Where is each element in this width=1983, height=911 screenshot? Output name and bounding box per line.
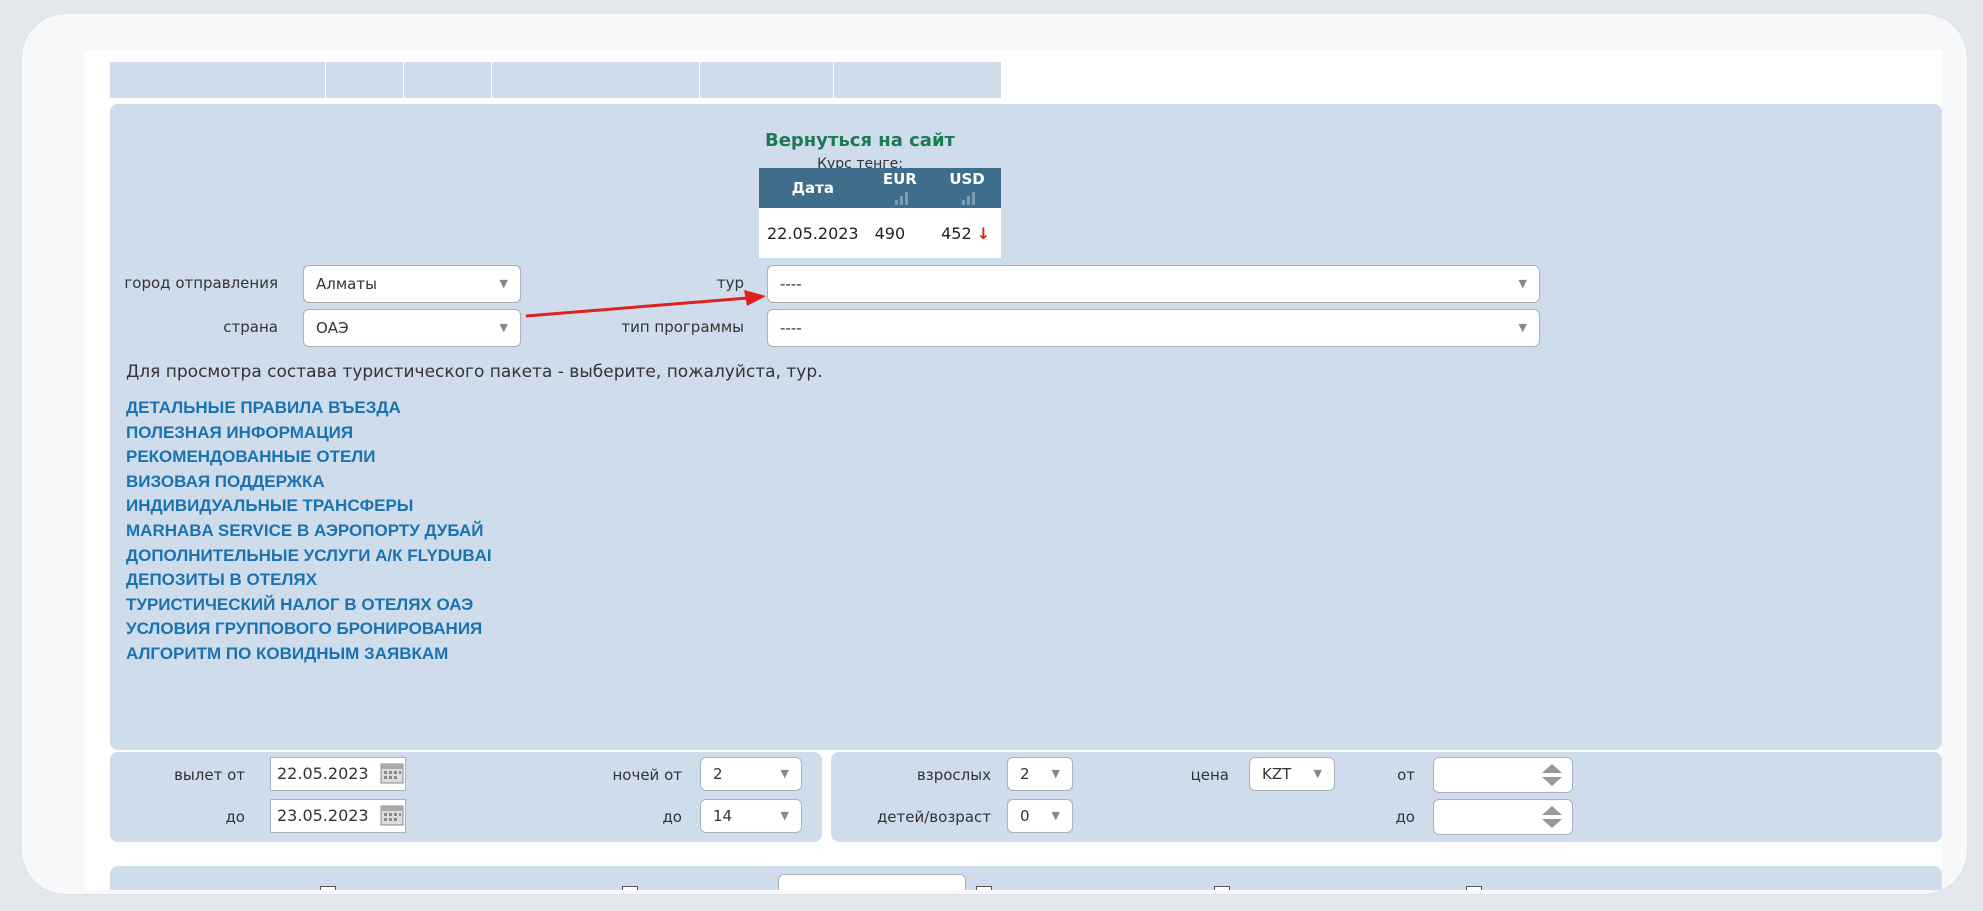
spinner-arrows-icon[interactable] [1540,762,1564,788]
rate-col-usd[interactable]: USD [933,168,1001,208]
link-group-booking[interactable]: УСЛОВИЯ ГРУППОВОГО БРОНИРОВАНИЯ [126,617,492,642]
dropdown-caret-icon: ▼ [780,767,789,780]
rate-date-cell: 22.05.2023 [759,208,867,258]
tab-1[interactable] [110,62,326,98]
select-tour-hint: Для просмотра состава туристического пак… [126,362,823,382]
page: Вернуться на сайт Курс тенге: Дата EUR U… [84,50,1942,890]
dropdown-caret-icon: ▼ [1313,767,1322,780]
departure-to-label: до [225,808,245,826]
children-select[interactable]: 0 ▼ [1007,799,1073,833]
chart-bars-icon [962,191,976,205]
link-covid-algorithm[interactable]: АЛГОРИТМ ПО КОВИДНЫМ ЗАЯВКАМ [126,642,492,667]
link-recommended-hotels[interactable]: РЕКОМЕНДОВАННЫЕ ОТЕЛИ [126,445,492,470]
tab-3[interactable] [404,62,492,98]
option-checkbox[interactable] [1466,886,1482,890]
option-checkbox[interactable] [976,886,992,890]
calendar-icon[interactable] [380,804,404,826]
rate-usd-cell: 452 ↓ [933,208,1001,258]
tab-4[interactable] [492,62,700,98]
dropdown-caret-icon: ▼ [1518,277,1527,290]
chart-bars-icon [894,191,908,205]
tab-5[interactable] [700,62,834,98]
tour-selection-panel: Вернуться на сайт Курс тенге: Дата EUR U… [110,104,1942,750]
dropdown-caret-icon: ▼ [1051,809,1060,822]
price-from-input[interactable] [1433,757,1573,793]
link-individual-transfers[interactable]: ИНДИВИДУАЛЬНЫЕ ТРАНСФЕРЫ [126,494,492,519]
option-checkbox[interactable] [1214,886,1230,890]
info-links-list: ДЕТАЛЬНЫЕ ПРАВИЛА ВЪЕЗДА ПОЛЕЗНАЯ ИНФОРМ… [126,396,492,667]
option-checkbox[interactable] [320,886,336,890]
dropdown-caret-icon: ▼ [780,809,789,822]
adults-select[interactable]: 2 ▼ [1007,757,1073,791]
spinner-arrows-icon[interactable] [1540,804,1564,830]
currency-select[interactable]: KZT ▼ [1249,757,1335,791]
tab-6[interactable] [834,62,1002,98]
link-tourist-tax[interactable]: ТУРИСТИЧЕСКИЙ НАЛОГ В ОТЕЛЯХ ОАЭ [126,593,492,618]
nights-from-select[interactable]: 2 ▼ [700,757,802,791]
link-useful-info[interactable]: ПОЛЕЗНАЯ ИНФОРМАЦИЯ [126,421,492,446]
link-flydubai-services[interactable]: ДОПОЛНИТЕЛЬНЫЕ УСЛУГИ А/К FLYDUBAI [126,544,492,569]
departure-from-label: вылет от [174,766,245,784]
option-text-input[interactable] [778,874,966,890]
down-arrow-icon: ↓ [976,223,991,243]
children-label: детей/возраст [876,808,991,826]
dates-panel: вылет от 22.05.2023 до 23.05.2023 ночей … [110,752,822,842]
link-marhaba-service[interactable]: MARHABA SERVICE В АЭРОПОРТУ ДУБАЙ [126,519,492,544]
departure-city-select[interactable]: Алматы ▼ [303,265,521,303]
tab-2[interactable] [326,62,404,98]
tab-strip [110,62,1002,98]
back-to-site-link[interactable]: Вернуться на сайт [710,130,1010,151]
screenshot-frame: Вернуться на сайт Курс тенге: Дата EUR U… [22,14,1967,894]
price-label: цена [1190,766,1229,784]
link-visa-support[interactable]: ВИЗОВАЯ ПОДДЕРЖКА [126,470,492,495]
annotation-arrow-icon [525,290,766,318]
exchange-rate-table: Дата EUR USD 22.05.2023 490 452 ↓ [759,168,1001,258]
price-to-input[interactable] [1433,799,1573,835]
nights-to-select[interactable]: 14 ▼ [700,799,802,833]
price-from-label: от [1397,766,1415,784]
adults-label: взрослых [916,766,991,784]
option-checkbox[interactable] [622,886,638,890]
nights-from-label: ночей от [612,766,682,784]
country-select[interactable]: ОАЭ ▼ [303,309,521,347]
rate-eur-cell: 490 [866,208,934,258]
options-panel [110,866,1942,890]
program-type-select[interactable]: ---- ▼ [767,309,1540,347]
dropdown-caret-icon: ▼ [1051,767,1060,780]
dropdown-caret-icon: ▼ [499,277,508,290]
departure-city-label: город отправления [124,274,278,292]
country-label: страна [223,318,278,336]
link-hotel-deposits[interactable]: ДЕПОЗИТЫ В ОТЕЛЯХ [126,568,492,593]
calendar-icon[interactable] [380,762,404,784]
tour-select[interactable]: ---- ▼ [767,265,1540,303]
tourists-price-panel: взрослых 2 ▼ детей/возраст 0 ▼ цена KZT … [831,752,1942,842]
price-to-label: до [1395,808,1415,826]
rate-col-date: Дата [759,168,867,208]
dropdown-caret-icon: ▼ [499,321,508,334]
dropdown-caret-icon: ▼ [1518,321,1527,334]
rate-col-eur[interactable]: EUR [866,168,934,208]
nights-to-label: до [662,808,682,826]
link-entry-rules[interactable]: ДЕТАЛЬНЫЕ ПРАВИЛА ВЪЕЗДА [126,396,492,421]
